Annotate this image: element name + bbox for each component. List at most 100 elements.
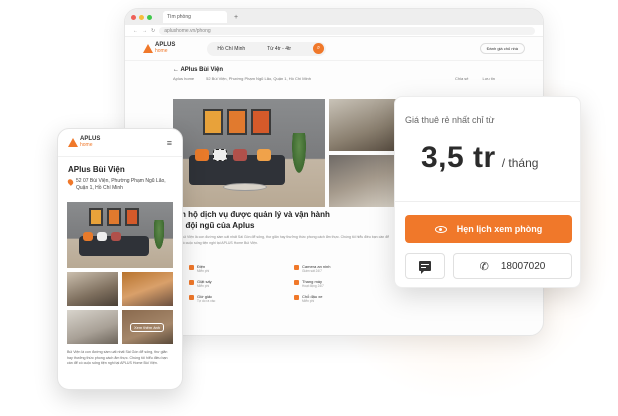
forward-arrow-icon[interactable]: → — [142, 28, 147, 34]
wall-art — [107, 208, 121, 226]
amenity-sub: Miễn phí — [302, 299, 315, 303]
mobile-photo[interactable] — [67, 272, 118, 306]
logo-sub: home — [80, 142, 93, 148]
wall-art — [89, 208, 103, 226]
logo-mark-icon — [68, 138, 78, 147]
amenity-sub: Miễn phí — [197, 284, 210, 288]
photo-column — [329, 99, 401, 207]
listing-address: 52 Bùi Viện, Phường Phạm Ngũ Lão, Quận 1… — [206, 76, 311, 81]
location-pin-icon — [66, 178, 75, 186]
more-photos-button[interactable]: Xem thêm ảnh — [130, 323, 165, 332]
header-button[interactable]: Đánh giá chủ nhà — [479, 43, 525, 54]
pillow — [213, 149, 227, 161]
logo-sub: home — [155, 48, 168, 54]
listing-title-text: APlus Bùi Viện — [180, 67, 224, 73]
maximize-dot-icon[interactable] — [147, 14, 152, 20]
phone-icon: ✆ — [479, 260, 489, 273]
search-icon[interactable]: ⌕ — [313, 43, 325, 54]
amenities-grid: Điện Miễn phí Camera an ninh Giám sát 24/7… — [189, 264, 389, 303]
price-card: Giá thuê rẻ nhất chỉ từ 3,5 tr / tháng H… — [394, 96, 581, 288]
price-display: 3,5 tr / tháng — [421, 141, 538, 175]
back-arrow-icon[interactable]: ← — [133, 28, 138, 34]
mobile-photo-grid: Xem thêm ảnh — [67, 272, 173, 344]
pillow — [233, 149, 247, 161]
amenity-item: Chỗ đậu xe Miễn phí — [294, 294, 389, 303]
share-button[interactable]: Chia sẻ — [455, 76, 469, 81]
price-label: Giá thuê rẻ nhất chỉ từ — [405, 115, 495, 125]
plant — [291, 133, 307, 177]
wall-art — [251, 109, 271, 135]
card-divider — [395, 201, 580, 202]
pillow — [195, 149, 209, 161]
wall-art — [227, 109, 247, 135]
minimize-dot-icon[interactable] — [139, 14, 144, 20]
clock-icon — [189, 295, 194, 300]
mobile-photo[interactable] — [67, 310, 118, 344]
listing-title: ← APlus Bùi Viện — [173, 67, 224, 73]
amenity-item: Giờ giấc Tự do ra vào — [189, 294, 284, 303]
main-room-photo[interactable] — [173, 99, 325, 207]
pillow — [97, 232, 107, 241]
logo-mark-icon — [143, 44, 153, 53]
price-unit: / tháng — [501, 156, 539, 170]
eye-icon — [434, 225, 447, 233]
phone-number: 18007020 — [500, 260, 546, 272]
plug-icon — [189, 265, 194, 270]
coffee-table — [223, 183, 267, 191]
pillow — [257, 149, 271, 161]
amenity-item: Thang máy Hoạt động 24/7 — [294, 279, 389, 288]
listing-meta: Aplus home 52 Bùi Viện, Phường Phạm Ngũ … — [173, 76, 495, 81]
mobile-description: Bùi Viện là con đường sầm uất nhất Sài G… — [67, 350, 168, 365]
amenity-item: Camera an ninh Giám sát 24/7 — [294, 264, 389, 273]
search-bar[interactable]: Hồ Chí Minh Từ 4tr - 4tr ⌕ — [207, 41, 327, 56]
amenity-item: Điện Miễn phí — [189, 264, 284, 273]
book-viewing-button[interactable]: Hẹn lịch xem phòng — [405, 215, 572, 243]
mobile-photo[interactable]: Xem thêm ảnh — [122, 310, 173, 344]
mobile-photo[interactable] — [122, 272, 173, 306]
book-viewing-label: Hẹn lịch xem phòng — [456, 224, 543, 234]
washer-icon — [189, 280, 194, 285]
room-photo[interactable] — [329, 155, 401, 207]
amenity-item: Giặt sấy Miễn phí — [189, 279, 284, 288]
mobile-address: 52 07 Bùi Viện, Phường Phạm Ngũ Lão, Quậ… — [58, 174, 182, 192]
url-bar: ← → ↻ aplushome.vn/phong — [125, 25, 543, 37]
reload-icon[interactable]: ↻ — [151, 28, 155, 34]
photo-gallery — [173, 99, 401, 207]
mobile-listing-title: APlus Bùi Viện — [68, 165, 125, 174]
chat-button[interactable] — [405, 253, 445, 279]
headline-line-2: i đội ngũ của Aplus — [181, 221, 255, 230]
hamburger-menu-icon[interactable]: ≡ — [167, 138, 172, 148]
elevator-icon — [294, 280, 299, 285]
browser-tab[interactable]: Tìm phòng — [163, 11, 227, 23]
pillow — [83, 232, 93, 241]
url-input[interactable]: aplushome.vn/phong — [159, 26, 535, 35]
headline-line-1: n hộ dịch vụ được quản lý và vận hành — [181, 210, 330, 219]
amenity-sub: Hoạt động 24/7 — [302, 284, 324, 288]
description-text: Bùi Viện là con đường sầm uất nhất Sài G… — [181, 235, 390, 245]
close-dot-icon[interactable] — [131, 14, 136, 20]
amenity-sub: Miễn phí — [197, 269, 210, 273]
browser-chrome: Tìm phòng + — [125, 9, 543, 25]
listing-brand: Aplus home — [173, 76, 195, 81]
wall-art — [203, 109, 223, 135]
kitchen-photo[interactable] — [329, 99, 401, 151]
chat-icon-line — [421, 264, 429, 265]
search-price[interactable]: Từ 4tr - 4tr — [267, 46, 291, 52]
pillow — [111, 232, 121, 241]
mobile-main-photo[interactable] — [67, 202, 173, 268]
price-value: 3,5 tr — [421, 141, 496, 174]
save-button[interactable]: Lưu tin — [483, 76, 495, 81]
mobile-mockup: APLUS home ≡ APlus Bùi Viện 52 07 Bùi Vi… — [57, 128, 183, 390]
site-logo[interactable]: APLUS home — [143, 42, 175, 54]
parking-icon — [294, 295, 299, 300]
chat-icon — [419, 261, 431, 274]
camera-icon — [294, 265, 299, 270]
new-tab-icon[interactable]: + — [234, 14, 238, 21]
chat-icon-line — [421, 267, 426, 268]
site-header: APLUS home Hồ Chí Minh Từ 4tr - 4tr ⌕ Đá… — [125, 37, 543, 61]
description-section: n hộ dịch vụ được quản lý và vận hành i … — [181, 209, 391, 246]
search-location[interactable]: Hồ Chí Minh — [217, 46, 245, 52]
mobile-logo[interactable]: APLUS home — [68, 136, 100, 148]
wall-art — [125, 208, 139, 226]
call-button[interactable]: ✆ 18007020 — [453, 253, 572, 279]
